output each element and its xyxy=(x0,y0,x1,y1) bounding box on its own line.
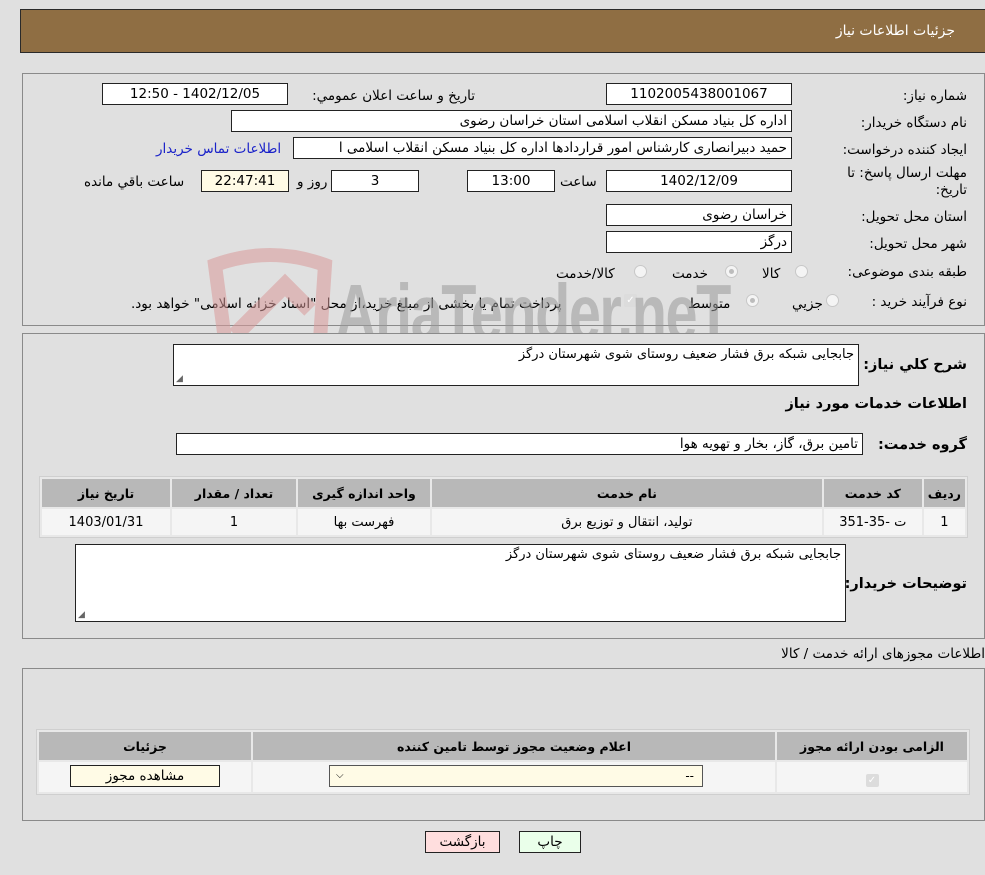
chevron-down-icon: ⌵ xyxy=(336,770,344,781)
category-option-service: خدمت xyxy=(672,266,708,282)
table-row: 1 ت -35-351 تولید، انتقال و توزیع برق فه… xyxy=(42,509,965,535)
buyer-notes-text: جابجایی شبکه برق فشار ضعیف روستای شوی شه… xyxy=(505,547,841,562)
services-table-header: ردیف کد خدمت نام خدمت واحد اندازه گیری ت… xyxy=(42,479,965,507)
col-permit-details: جزئیات xyxy=(39,732,251,760)
permits-table: الزامی بودن ارائه مجوز اعلام وضعیت مجوز … xyxy=(36,729,970,795)
col-need-date: تاریخ نیاز xyxy=(42,479,170,507)
need-number-field: 1102005438001067 xyxy=(606,83,792,105)
process-radio-minor[interactable] xyxy=(826,294,839,307)
permit-required-checkbox[interactable]: ✓ xyxy=(865,773,879,787)
page-header: جزئیات اطلاعات نیاز xyxy=(20,9,985,53)
category-option-goods-service: کالا/خدمت xyxy=(556,266,615,282)
description-text: جابجایی شبکه برق فشار ضعیف روستای شوی شه… xyxy=(518,347,854,362)
province-label: استان محل تحویل: xyxy=(861,209,967,225)
process-radio-medium[interactable] xyxy=(746,294,759,307)
announce-datetime-label: تاریخ و ساعت اعلان عمومي: xyxy=(312,88,475,104)
cell-row-number: 1 xyxy=(923,509,965,535)
buyer-notes-label: توضیحات خریدار: xyxy=(844,576,967,592)
permit-status-value: -- xyxy=(685,769,694,783)
treasury-checkbox[interactable]: ✓ xyxy=(624,294,637,307)
description-label: شرح کلي نیاز: xyxy=(863,357,967,373)
category-label: طبقه بندی موضوعی: xyxy=(847,264,967,280)
col-unit: واحد اندازه گیری xyxy=(298,479,430,507)
deadline-date-field: 1402/12/09 xyxy=(606,170,792,192)
cell-need-date: 1403/01/31 xyxy=(42,509,170,535)
time-remaining-field: 22:47:41 xyxy=(201,170,289,192)
category-option-goods: کالا xyxy=(762,266,781,282)
buyer-contact-link[interactable]: اطلاعات تماس خریدار xyxy=(156,141,281,157)
province-field: خراسان رضوی xyxy=(606,204,792,226)
services-title: اطلاعات خدمات مورد نیاز xyxy=(785,396,967,412)
cell-permit-required: ✓ xyxy=(777,762,967,792)
col-permit-status: اعلام وضعیت مجوز توسط تامین کننده xyxy=(253,732,775,760)
cell-quantity: 1 xyxy=(172,509,296,535)
process-type-label: نوع فرآیند خرید : xyxy=(871,294,967,310)
cell-service-name: تولید، انتقال و توزیع برق xyxy=(432,509,822,535)
requester-label: ایجاد کننده درخواست: xyxy=(842,142,967,158)
deadline-time-label: ساعت xyxy=(560,174,597,190)
process-option-minor: جزيي xyxy=(792,296,823,312)
resize-grip-icon[interactable]: ◢ xyxy=(176,374,183,384)
city-field: درگز xyxy=(606,231,792,253)
cell-permit-status: -- ⌵ xyxy=(253,762,775,792)
permit-status-select[interactable]: -- ⌵ xyxy=(329,765,703,787)
view-permit-button[interactable]: مشاهده مجوز xyxy=(70,765,220,787)
city-label: شهر محل تحویل: xyxy=(869,236,967,252)
services-table: ردیف کد خدمت نام خدمت واحد اندازه گیری ت… xyxy=(39,476,968,538)
col-service-code: کد خدمت xyxy=(823,479,922,507)
print-button[interactable]: چاپ xyxy=(519,831,581,853)
requester-field: حمید دبیرانصاری کارشناس امور قراردادها ا… xyxy=(293,137,792,159)
col-row-number: ردیف xyxy=(923,479,965,507)
days-label: روز و xyxy=(297,174,328,190)
buyer-org-label: نام دستگاه خریدار: xyxy=(860,115,967,131)
need-number-label: شماره نیاز: xyxy=(902,88,967,104)
deadline-time-field: 13:00 xyxy=(467,170,555,192)
deadline-label: مهلت ارسال پاسخ: تا تاریخ: xyxy=(847,165,967,198)
cell-service-code: ت -35-351 xyxy=(823,509,922,535)
category-radio-goods[interactable] xyxy=(795,265,808,278)
page-title: جزئیات اطلاعات نیاز xyxy=(835,23,955,39)
category-radio-service[interactable] xyxy=(725,265,738,278)
treasury-checkbox-label: پرداخت تمام یا بخشی از مبلغ خرید،از محل … xyxy=(131,296,562,312)
process-option-medium: متوسط xyxy=(688,296,731,312)
category-radio-goods-service[interactable] xyxy=(634,265,647,278)
announce-datetime-field: 1402/12/05 - 12:50 xyxy=(102,83,288,105)
service-group-field: تامین برق، گاز، بخار و تهویه هوا xyxy=(176,433,863,455)
col-service-name: نام خدمت xyxy=(432,479,822,507)
resize-grip-icon[interactable]: ◢ xyxy=(78,610,85,620)
cell-unit: فهرست بها xyxy=(298,509,430,535)
time-remaining-label: ساعت باقي مانده xyxy=(84,174,185,190)
buyer-notes-textarea[interactable]: جابجایی شبکه برق فشار ضعیف روستای شوی شه… xyxy=(75,544,846,622)
cell-permit-details: مشاهده مجوز xyxy=(39,762,251,792)
permits-table-header: الزامی بودن ارائه مجوز اعلام وضعیت مجوز … xyxy=(39,732,967,760)
days-remaining-field: 3 xyxy=(331,170,419,192)
buyer-org-field: اداره کل بنیاد مسکن انقلاب اسلامی استان … xyxy=(231,110,792,132)
col-permit-required: الزامی بودن ارائه مجوز xyxy=(777,732,967,760)
col-quantity: تعداد / مقدار xyxy=(172,479,296,507)
permits-title: اطلاعات مجوزهای ارائه خدمت / کالا xyxy=(781,646,985,662)
description-textarea[interactable]: جابجایی شبکه برق فشار ضعیف روستای شوی شه… xyxy=(173,344,859,386)
back-button[interactable]: بازگشت xyxy=(425,831,500,853)
table-row: ✓ -- ⌵ مشاهده مجوز xyxy=(39,762,967,792)
service-group-label: گروه خدمت: xyxy=(877,437,967,453)
